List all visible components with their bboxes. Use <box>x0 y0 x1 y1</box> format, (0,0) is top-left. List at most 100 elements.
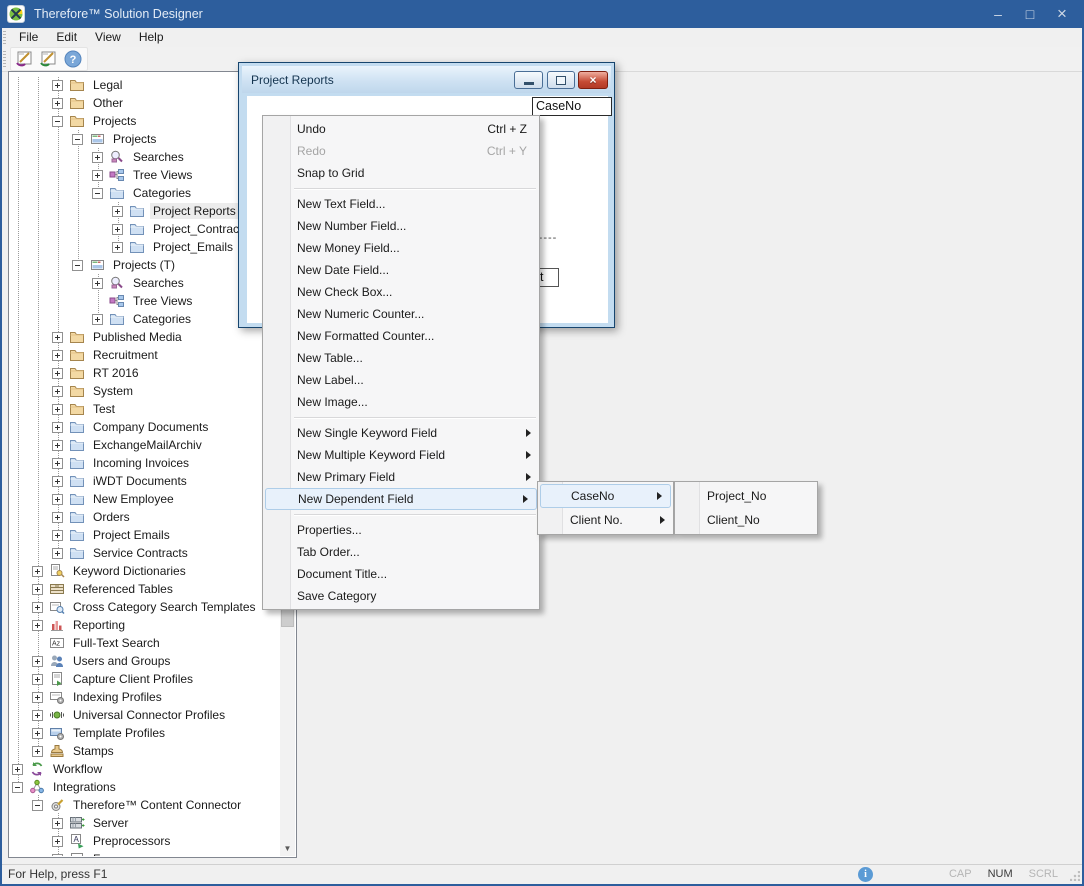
expand-icon[interactable] <box>32 566 43 577</box>
design-mode-green-icon[interactable] <box>39 49 59 69</box>
menu-item-new-primary-field[interactable]: New Primary Field <box>263 466 539 488</box>
collapse-icon[interactable] <box>92 188 103 199</box>
tree-row[interactable]: New Employee <box>10 490 280 508</box>
tree-row[interactable]: Keyword Dictionaries <box>10 562 280 580</box>
expand-icon[interactable] <box>32 746 43 757</box>
menu-item-properties[interactable]: Properties... <box>263 519 539 541</box>
tree-row[interactable]: Incoming Invoices <box>10 454 280 472</box>
tree-row[interactable]: Company Documents <box>10 418 280 436</box>
tree-item-test[interactable]: Test <box>90 401 118 417</box>
expand-icon[interactable] <box>52 422 63 433</box>
collapse-icon[interactable] <box>72 260 83 271</box>
tree-item-referenced-tables[interactable]: Referenced Tables <box>70 581 176 597</box>
tree-item-integrations[interactable]: Integrations <box>50 779 119 795</box>
tree-row[interactable]: Users and Groups <box>10 652 280 670</box>
tree-row[interactable]: iWDT Documents <box>10 472 280 490</box>
tree-item-forms[interactable]: Forms <box>90 851 130 856</box>
expand-icon[interactable] <box>52 530 63 541</box>
expand-icon[interactable] <box>92 314 103 325</box>
menu-item-new-multiple-keyword-field[interactable]: New Multiple Keyword Field <box>263 444 539 466</box>
tree-item-workflow[interactable]: Workflow <box>50 761 105 777</box>
tree-row[interactable]: Published Media <box>10 328 280 346</box>
expand-icon[interactable] <box>52 458 63 469</box>
tree-item-service-contracts[interactable]: Service Contracts <box>90 545 191 561</box>
expand-icon[interactable] <box>92 170 103 181</box>
tree-row[interactable]: System <box>10 382 280 400</box>
tree-item-keyword-dictionaries[interactable]: Keyword Dictionaries <box>70 563 189 579</box>
expand-icon[interactable] <box>12 764 23 775</box>
tree-item-projects-t[interactable]: Projects (T) <box>110 257 178 273</box>
expand-icon[interactable] <box>52 404 63 415</box>
tree-item-project-emails[interactable]: Project_Emails <box>150 239 236 255</box>
expand-icon[interactable] <box>52 368 63 379</box>
tree-item-template-profiles[interactable]: Template Profiles <box>70 725 168 741</box>
menu-item-client-no[interactable]: Client No. <box>538 508 673 532</box>
tree-row[interactable]: Forms <box>10 850 280 856</box>
expand-icon[interactable] <box>52 476 63 487</box>
menu-item-new-text-field[interactable]: New Text Field... <box>263 193 539 215</box>
menu-item-new-formatted-counter[interactable]: New Formatted Counter... <box>263 325 539 347</box>
menu-item-client-no[interactable]: Client_No <box>675 508 817 532</box>
expand-icon[interactable] <box>112 206 123 217</box>
expand-icon[interactable] <box>32 692 43 703</box>
tree-row[interactable]: ExchangeMailArchiv <box>10 436 280 454</box>
menu-item-new-numeric-counter[interactable]: New Numeric Counter... <box>263 303 539 325</box>
help-icon[interactable]: ? <box>63 49 83 69</box>
tree-row[interactable]: Test <box>10 400 280 418</box>
tree-row[interactable]: Stamps <box>10 742 280 760</box>
expand-icon[interactable] <box>52 836 63 847</box>
tree-item-cross-category-search-templates[interactable]: Cross Category Search Templates <box>70 599 259 615</box>
tree-item-recruitment[interactable]: Recruitment <box>90 347 161 363</box>
menu-item-undo[interactable]: UndoCtrl + Z <box>263 118 539 140</box>
tree-row[interactable]: Orders <box>10 508 280 526</box>
tree-item-categories[interactable]: Categories <box>130 311 194 327</box>
tree-row[interactable]: Referenced Tables <box>10 580 280 598</box>
tree-item-projects[interactable]: Projects <box>90 113 139 129</box>
expand-icon[interactable] <box>32 674 43 685</box>
scroll-down-icon[interactable]: ▼ <box>280 841 295 856</box>
expand-icon[interactable] <box>32 620 43 631</box>
minimize-icon[interactable]: – <box>982 0 1014 28</box>
menu-item-snap-to-grid[interactable]: Snap to Grid <box>263 162 539 184</box>
menu-item-tab-order[interactable]: Tab Order... <box>263 541 539 563</box>
tree-row[interactable]: AzFull-Text Search <box>10 634 280 652</box>
tree-item-system[interactable]: System <box>90 383 136 399</box>
tree-row[interactable]: Template Profiles <box>10 724 280 742</box>
tree-row[interactable]: Indexing Profiles <box>10 688 280 706</box>
expand-icon[interactable] <box>52 350 63 361</box>
tree-item-preprocessors[interactable]: Preprocessors <box>90 833 173 849</box>
resize-grip-icon[interactable] <box>1070 871 1080 881</box>
expand-icon[interactable] <box>92 278 103 289</box>
close-icon[interactable]: × <box>1046 0 1078 28</box>
tree-row[interactable]: RT 2016 <box>10 364 280 382</box>
expand-icon[interactable] <box>52 440 63 451</box>
dialog-close-icon[interactable]: × <box>578 71 608 89</box>
tree-item-stamps[interactable]: Stamps <box>70 743 117 759</box>
menu-item-new-label[interactable]: New Label... <box>263 369 539 391</box>
menu-item-new-single-keyword-field[interactable]: New Single Keyword Field <box>263 422 539 444</box>
expand-icon[interactable] <box>52 548 63 559</box>
expand-icon[interactable] <box>52 854 63 857</box>
design-mode-purple-icon[interactable] <box>15 49 35 69</box>
tree-item-indexing-profiles[interactable]: Indexing Profiles <box>70 689 165 705</box>
tree-item-searches[interactable]: Searches <box>130 149 187 165</box>
tree-item-legal[interactable]: Legal <box>90 77 125 93</box>
expand-icon[interactable] <box>52 386 63 397</box>
tree-item-rt-2016[interactable]: RT 2016 <box>90 365 142 381</box>
expand-icon[interactable] <box>32 728 43 739</box>
tree-item-incoming-invoices[interactable]: Incoming Invoices <box>90 455 192 471</box>
menubar-item-edit[interactable]: Edit <box>47 28 86 47</box>
tree-item-other[interactable]: Other <box>90 95 126 111</box>
maximize-icon[interactable]: □ <box>1014 0 1046 28</box>
tree-row[interactable]: Integrations <box>10 778 280 796</box>
tree-row[interactable]: Universal Connector Profiles <box>10 706 280 724</box>
dialog-minimize-icon[interactable] <box>514 71 543 89</box>
tree-item-tree-views[interactable]: Tree Views <box>130 293 195 309</box>
tree-row[interactable]: Therefore™ Content Connector <box>10 796 280 814</box>
menu-item-save-category[interactable]: Save Category <box>263 585 539 607</box>
tree-item-categories[interactable]: Categories <box>130 185 194 201</box>
menu-item-new-date-field[interactable]: New Date Field... <box>263 259 539 281</box>
expand-icon[interactable] <box>52 80 63 91</box>
tree-item-project-reports[interactable]: Project Reports <box>150 203 239 219</box>
expand-icon[interactable] <box>32 584 43 595</box>
